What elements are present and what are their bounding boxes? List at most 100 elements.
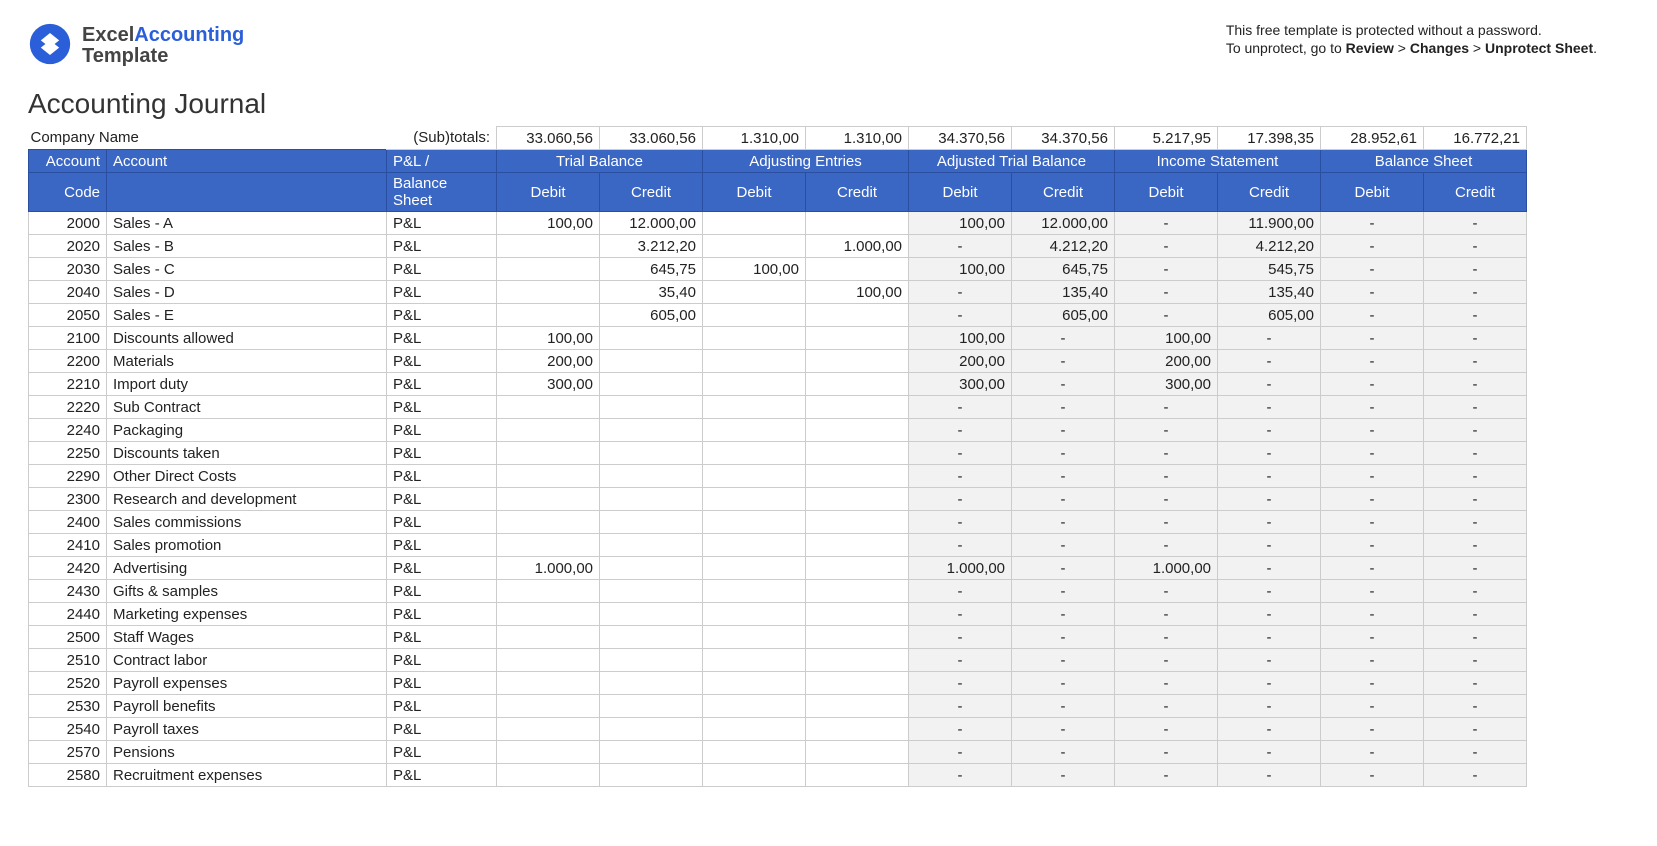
adjusting-debit-cell[interactable] [703, 534, 806, 557]
adjusting-credit-cell[interactable] [806, 327, 909, 350]
account-code-cell[interactable]: 2290 [29, 465, 107, 488]
account-code-cell[interactable]: 2100 [29, 327, 107, 350]
trial-balance-debit-cell[interactable] [497, 419, 600, 442]
account-code-cell[interactable]: 2510 [29, 649, 107, 672]
trial-balance-credit-cell[interactable] [600, 327, 703, 350]
account-type-cell[interactable]: P&L [387, 488, 497, 511]
trial-balance-debit-cell[interactable] [497, 396, 600, 419]
adjusting-debit-cell[interactable] [703, 212, 806, 235]
trial-balance-debit-cell[interactable]: 200,00 [497, 350, 600, 373]
account-type-cell[interactable]: P&L [387, 304, 497, 327]
trial-balance-debit-cell[interactable]: 300,00 [497, 373, 600, 396]
account-type-cell[interactable]: P&L [387, 327, 497, 350]
account-name-cell[interactable]: Payroll taxes [107, 718, 387, 741]
account-name-cell[interactable]: Sales commissions [107, 511, 387, 534]
account-name-cell[interactable]: Payroll expenses [107, 672, 387, 695]
account-type-cell[interactable]: P&L [387, 764, 497, 787]
adjusting-credit-cell[interactable] [806, 718, 909, 741]
trial-balance-credit-cell[interactable]: 35,40 [600, 281, 703, 304]
trial-balance-debit-cell[interactable]: 100,00 [497, 327, 600, 350]
trial-balance-debit-cell[interactable]: 1.000,00 [497, 557, 600, 580]
account-name-cell[interactable]: Contract labor [107, 649, 387, 672]
company-name-cell[interactable]: Company Name [29, 127, 387, 150]
adjusting-debit-cell[interactable] [703, 304, 806, 327]
trial-balance-debit-cell[interactable] [497, 741, 600, 764]
account-code-cell[interactable]: 2210 [29, 373, 107, 396]
adjusting-debit-cell[interactable] [703, 557, 806, 580]
adjusting-credit-cell[interactable] [806, 741, 909, 764]
adjusting-credit-cell[interactable] [806, 764, 909, 787]
account-name-cell[interactable]: Payroll benefits [107, 695, 387, 718]
account-name-cell[interactable]: Sales promotion [107, 534, 387, 557]
trial-balance-credit-cell[interactable]: 645,75 [600, 258, 703, 281]
account-name-cell[interactable]: Discounts taken [107, 442, 387, 465]
account-code-cell[interactable]: 2520 [29, 672, 107, 695]
account-code-cell[interactable]: 2200 [29, 350, 107, 373]
account-name-cell[interactable]: Sales - C [107, 258, 387, 281]
trial-balance-credit-cell[interactable]: 12.000,00 [600, 212, 703, 235]
account-code-cell[interactable]: 2420 [29, 557, 107, 580]
adjusting-credit-cell[interactable] [806, 695, 909, 718]
trial-balance-debit-cell[interactable]: 100,00 [497, 212, 600, 235]
trial-balance-debit-cell[interactable] [497, 281, 600, 304]
adjusting-debit-cell[interactable] [703, 419, 806, 442]
account-type-cell[interactable]: P&L [387, 350, 497, 373]
account-code-cell[interactable]: 2580 [29, 764, 107, 787]
account-type-cell[interactable]: P&L [387, 281, 497, 304]
adjusting-debit-cell[interactable] [703, 235, 806, 258]
account-type-cell[interactable]: P&L [387, 626, 497, 649]
account-name-cell[interactable]: Packaging [107, 419, 387, 442]
account-type-cell[interactable]: P&L [387, 212, 497, 235]
account-type-cell[interactable]: P&L [387, 465, 497, 488]
trial-balance-credit-cell[interactable] [600, 488, 703, 511]
account-name-cell[interactable]: Sales - A [107, 212, 387, 235]
adjusting-credit-cell[interactable] [806, 442, 909, 465]
adjusting-credit-cell[interactable] [806, 534, 909, 557]
adjusting-debit-cell[interactable] [703, 373, 806, 396]
account-code-cell[interactable]: 2400 [29, 511, 107, 534]
adjusting-debit-cell[interactable] [703, 626, 806, 649]
account-name-cell[interactable]: Advertising [107, 557, 387, 580]
account-code-cell[interactable]: 2540 [29, 718, 107, 741]
account-name-cell[interactable]: Research and development [107, 488, 387, 511]
adjusting-debit-cell[interactable] [703, 603, 806, 626]
trial-balance-credit-cell[interactable] [600, 718, 703, 741]
account-name-cell[interactable]: Discounts allowed [107, 327, 387, 350]
trial-balance-credit-cell[interactable] [600, 580, 703, 603]
adjusting-debit-cell[interactable] [703, 649, 806, 672]
account-type-cell[interactable]: P&L [387, 695, 497, 718]
account-name-cell[interactable]: Materials [107, 350, 387, 373]
account-name-cell[interactable]: Staff Wages [107, 626, 387, 649]
account-type-cell[interactable]: P&L [387, 718, 497, 741]
trial-balance-credit-cell[interactable] [600, 419, 703, 442]
trial-balance-credit-cell[interactable] [600, 626, 703, 649]
trial-balance-debit-cell[interactable] [497, 649, 600, 672]
account-type-cell[interactable]: P&L [387, 741, 497, 764]
account-name-cell[interactable]: Recruitment expenses [107, 764, 387, 787]
trial-balance-credit-cell[interactable] [600, 465, 703, 488]
account-type-cell[interactable]: P&L [387, 580, 497, 603]
account-code-cell[interactable]: 2410 [29, 534, 107, 557]
trial-balance-debit-cell[interactable] [497, 626, 600, 649]
account-type-cell[interactable]: P&L [387, 649, 497, 672]
adjusting-debit-cell[interactable] [703, 580, 806, 603]
adjusting-debit-cell[interactable] [703, 695, 806, 718]
adjusting-credit-cell[interactable] [806, 488, 909, 511]
trial-balance-credit-cell[interactable] [600, 511, 703, 534]
trial-balance-debit-cell[interactable] [497, 304, 600, 327]
account-name-cell[interactable]: Sales - E [107, 304, 387, 327]
trial-balance-debit-cell[interactable] [497, 442, 600, 465]
adjusting-credit-cell[interactable] [806, 258, 909, 281]
adjusting-credit-cell[interactable]: 100,00 [806, 281, 909, 304]
account-code-cell[interactable]: 2050 [29, 304, 107, 327]
account-type-cell[interactable]: P&L [387, 534, 497, 557]
trial-balance-debit-cell[interactable] [497, 511, 600, 534]
account-type-cell[interactable]: P&L [387, 396, 497, 419]
account-name-cell[interactable]: Other Direct Costs [107, 465, 387, 488]
account-code-cell[interactable]: 2440 [29, 603, 107, 626]
trial-balance-credit-cell[interactable] [600, 695, 703, 718]
trial-balance-debit-cell[interactable] [497, 488, 600, 511]
trial-balance-debit-cell[interactable] [497, 603, 600, 626]
adjusting-debit-cell[interactable] [703, 764, 806, 787]
adjusting-debit-cell[interactable] [703, 350, 806, 373]
